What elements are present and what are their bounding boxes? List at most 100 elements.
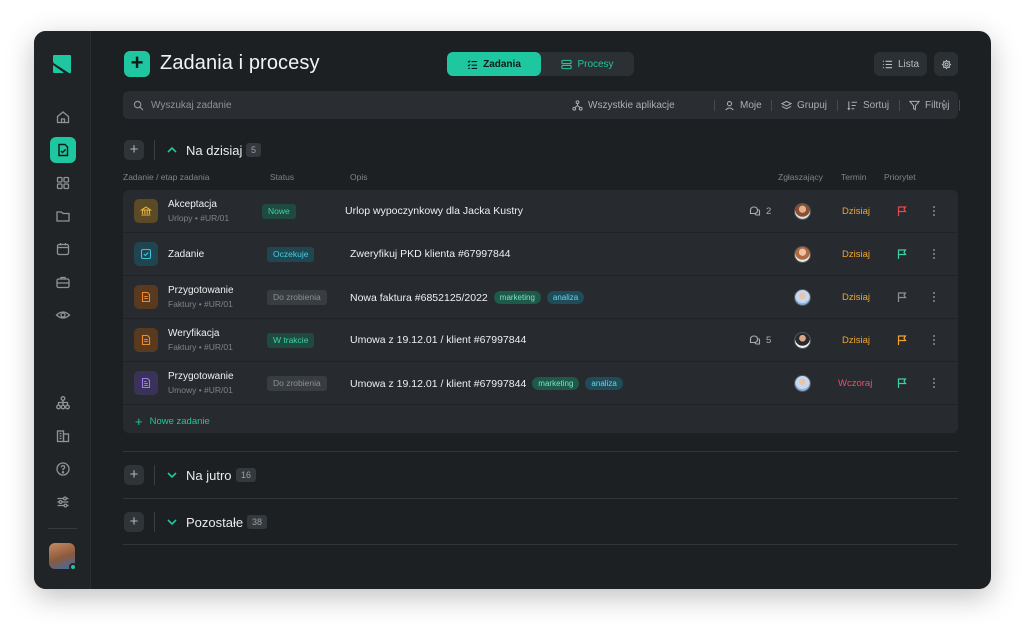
- user-avatar[interactable]: [49, 543, 77, 571]
- deadline[interactable]: Dzisiaj: [842, 249, 870, 260]
- reporter-avatar[interactable]: [794, 246, 811, 263]
- search-input[interactable]: Wyszukaj zadanie: [133, 91, 232, 119]
- deadline[interactable]: Dzisiaj: [842, 292, 870, 303]
- comments-count-value: 2: [766, 205, 772, 217]
- sliders-icon[interactable]: [50, 489, 76, 515]
- row-more-icon[interactable]: [931, 204, 937, 218]
- group-separator: [123, 544, 958, 545]
- status-badge[interactable]: Oczekuje: [267, 247, 315, 262]
- buildings-icon[interactable]: [50, 423, 76, 449]
- task-name[interactable]: Przygotowanie: [168, 285, 234, 296]
- list-view-label: Lista: [897, 58, 920, 70]
- deadline[interactable]: Dzisiaj: [842, 335, 870, 346]
- briefcase-icon[interactable]: [50, 269, 76, 295]
- deadline[interactable]: Dzisiaj: [842, 206, 870, 217]
- table-row[interactable]: Przygotowanie Faktury • #UR/01 Do zrobie…: [123, 276, 958, 319]
- task-name[interactable]: Akceptacja: [168, 199, 217, 210]
- group-add-button[interactable]: +: [124, 465, 144, 485]
- task-name[interactable]: Przygotowanie: [168, 371, 234, 382]
- table-row[interactable]: Przygotowanie Umowy • #UR/01 Do zrobieni…: [123, 362, 958, 405]
- plus-icon: +: [135, 414, 143, 429]
- hierarchy-icon[interactable]: [50, 390, 76, 416]
- calendar-icon[interactable]: [50, 236, 76, 262]
- status-badge[interactable]: Nowe: [262, 204, 296, 219]
- chevron-up-icon[interactable]: [166, 144, 178, 156]
- comments-count[interactable]: 5: [749, 334, 771, 346]
- table-row[interactable]: Weryfikacja Faktury • #UR/01 W trakcie U…: [123, 319, 958, 362]
- folder-icon[interactable]: [50, 203, 76, 229]
- tag-analiza[interactable]: analiza: [546, 291, 585, 304]
- task-description[interactable]: Zweryfikuj PKD klienta #67997844: [350, 248, 511, 260]
- sort-button[interactable]: Sortuj: [847, 91, 889, 119]
- settings-button[interactable]: [934, 52, 958, 76]
- tab-zadania[interactable]: Zadania: [447, 52, 541, 76]
- group-button[interactable]: Grupuj: [781, 91, 827, 119]
- logo-icon[interactable]: [51, 53, 73, 75]
- tag-analiza[interactable]: analiza: [585, 377, 623, 390]
- row-more-icon[interactable]: [931, 247, 937, 261]
- list-icon: [882, 60, 893, 68]
- column-task[interactable]: Zadanie / etap zadania: [123, 172, 209, 182]
- reporter-avatar[interactable]: [794, 203, 811, 220]
- new-task-button[interactable]: + Nowe zadanie: [135, 414, 210, 429]
- priority-flag-icon[interactable]: [896, 291, 908, 303]
- priority-flag-icon[interactable]: [896, 377, 908, 389]
- status-badge[interactable]: Do zrobienia: [267, 376, 327, 391]
- column-priority[interactable]: Priorytet: [884, 172, 916, 182]
- task-icon[interactable]: [50, 137, 76, 163]
- home-icon[interactable]: [50, 104, 76, 130]
- reporter-avatar[interactable]: [794, 375, 811, 392]
- checkbox-icon: [134, 242, 158, 266]
- document-icon: [134, 285, 158, 309]
- group-add-button[interactable]: +: [124, 512, 144, 532]
- tag-marketing[interactable]: marketing: [532, 377, 580, 390]
- contract-icon: [134, 371, 158, 395]
- tab-procesy[interactable]: Procesy: [541, 52, 634, 76]
- priority-flag-icon[interactable]: [896, 334, 908, 346]
- task-description[interactable]: Urlop wypoczynkowy dla Jacka Kustry: [345, 205, 523, 217]
- online-status-dot: [69, 563, 77, 571]
- all-apps-filter[interactable]: Wszystkie aplikacje: [572, 91, 675, 119]
- status-badge[interactable]: W trakcie: [267, 333, 315, 348]
- tag-marketing[interactable]: marketing: [493, 291, 541, 304]
- add-task-button[interactable]: +: [124, 51, 150, 77]
- priority-flag-icon[interactable]: [896, 248, 908, 260]
- column-deadline[interactable]: Termin: [841, 172, 867, 182]
- reporter-avatar[interactable]: [794, 332, 811, 349]
- task-description[interactable]: Umowa z 19.12.01 / klient #67997844 marke…: [350, 377, 623, 390]
- group-title[interactable]: Na jutro: [186, 468, 232, 483]
- chevron-down-icon[interactable]: [166, 469, 178, 481]
- status-badge[interactable]: Do zrobienia: [267, 290, 327, 305]
- task-name[interactable]: Weryfikacja: [168, 328, 220, 339]
- help-icon[interactable]: [50, 456, 76, 482]
- comments-count[interactable]: 2: [749, 205, 771, 217]
- eye-icon[interactable]: [50, 302, 76, 328]
- row-more-icon[interactable]: [931, 333, 937, 347]
- table-row[interactable]: Akceptacja Urlopy • #UR/01 Nowe Urlop wy…: [123, 190, 958, 233]
- column-reporter[interactable]: Zgłaszający: [778, 172, 823, 182]
- mine-filter[interactable]: Moje: [724, 91, 762, 119]
- task-description[interactable]: Nowa faktura #6852125/2022 marketing anali…: [350, 291, 585, 304]
- chevron-down-icon[interactable]: [166, 516, 178, 528]
- search-toolbar: Wyszukaj zadanie Wszystkie aplikacje Moj…: [123, 91, 960, 119]
- row-more-icon[interactable]: [931, 290, 937, 304]
- column-description[interactable]: Opis: [350, 172, 367, 182]
- task-description[interactable]: Umowa z 19.12.01 / klient #67997844: [350, 334, 526, 346]
- group-add-button[interactable]: +: [124, 140, 144, 160]
- toolbar-more-icon[interactable]: [941, 98, 947, 112]
- row-more-icon[interactable]: [931, 376, 937, 390]
- grid-icon[interactable]: [50, 170, 76, 196]
- task-name[interactable]: Zadanie: [168, 249, 204, 260]
- task-description-text: Umowa z 19.12.01 / klient #67997844: [350, 334, 527, 346]
- group-divider: [154, 140, 155, 160]
- column-status[interactable]: Status: [270, 172, 294, 182]
- list-view-button[interactable]: Lista: [874, 52, 927, 76]
- group-title[interactable]: Na dzisiaj: [186, 143, 242, 158]
- priority-flag-icon[interactable]: [896, 205, 908, 217]
- sort-icon: [847, 100, 858, 110]
- reporter-avatar[interactable]: [794, 289, 811, 306]
- group-title[interactable]: Pozostałe: [186, 515, 243, 530]
- deadline[interactable]: Wczoraj: [838, 378, 872, 389]
- table-row[interactable]: Zadanie Oczekuje Zweryfikuj PKD klienta …: [123, 233, 958, 276]
- task-subtitle: Faktury • #UR/01: [168, 342, 233, 352]
